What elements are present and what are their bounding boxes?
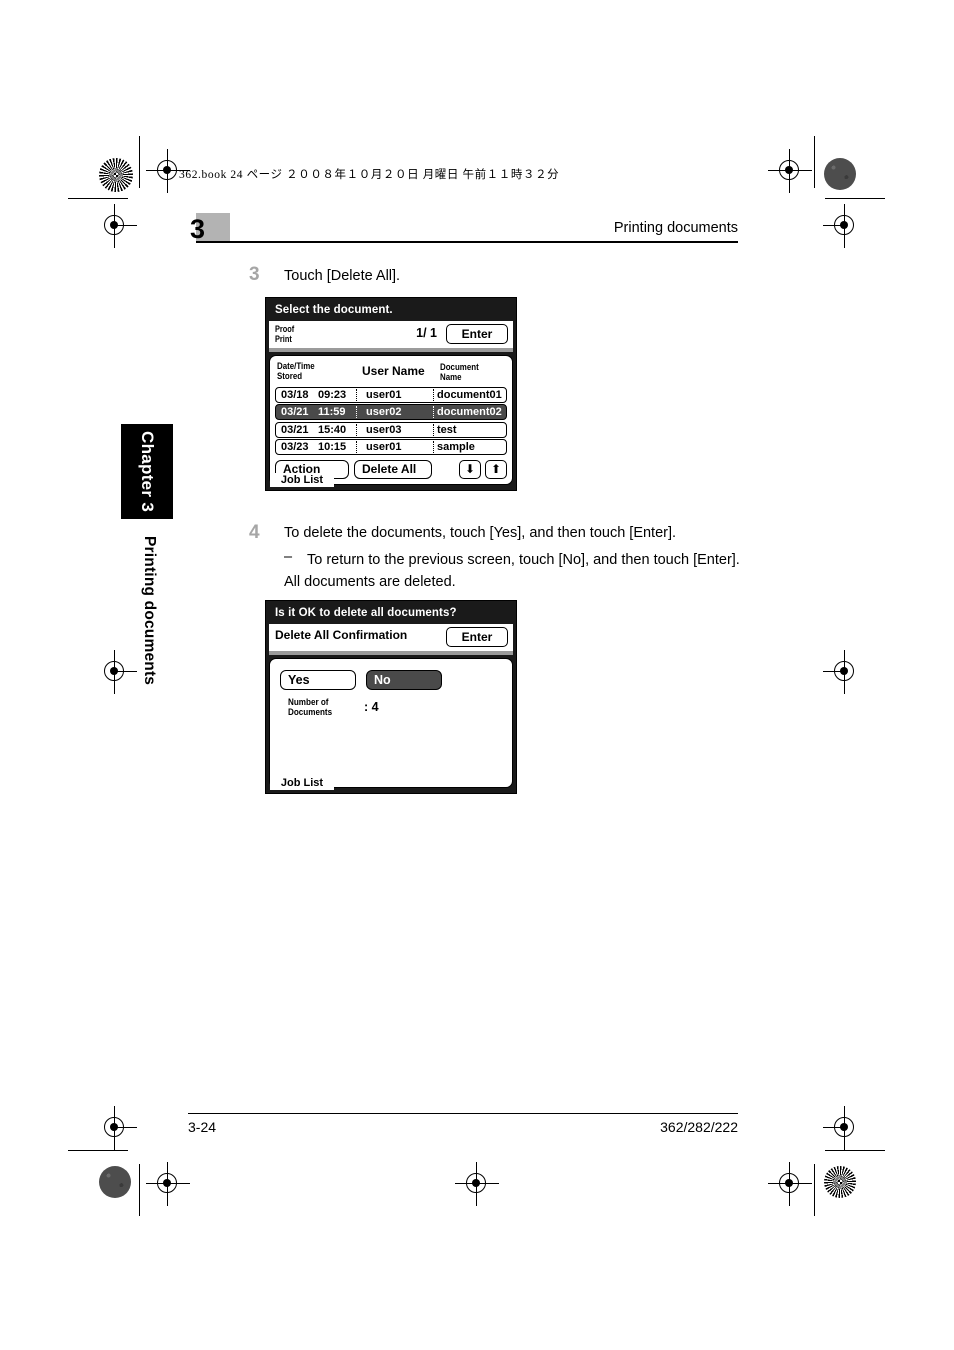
sidebar-chapter-label: Chapter 3 [138,430,157,513]
column-header-date-time: Date/Time Stored [277,361,315,381]
table-row[interactable]: 03/21 11:59 user02 document02 [275,404,507,420]
table-row[interactable]: 03/23 10:15 user01 sample [275,439,507,455]
step-4-text: To delete the documents, touch [Yes], an… [284,525,677,541]
registration-rosette-top-right [824,158,856,190]
cell-time: 15:40 [318,423,347,436]
cell-user: user01 [366,388,402,401]
registration-rosette-top-left [99,158,133,192]
header-divider [196,241,738,243]
registration-mark-right-middle [823,650,867,694]
cell-date: 03/21 [281,423,309,436]
crop-line-top-left-vertical [139,136,141,188]
cell-document: test [437,423,457,436]
registration-mark-bottom-center [455,1162,499,1206]
step-4-dash: – [284,549,293,565]
panel1-enter-button[interactable]: Enter [446,324,508,344]
cell-document: document01 [437,388,502,401]
panel1-title: Select the document. [275,304,393,316]
step-3-text: Touch [Delete All]. [284,268,401,284]
table-row[interactable]: 03/21 15:40 user03 test [275,421,507,438]
sidebar-section-label-wrap: Printing documents [140,536,158,696]
registration-mark-bottom-left [146,1162,190,1206]
cell-time: 09:23 [318,388,347,401]
crop-line-upper-left-horizontal [68,198,128,200]
book-info-line: 362.book 24 ページ ２００８年１０月２０日 月曜日 午前１１時３２分 [179,169,560,181]
sidebar-section-label: Printing documents [141,536,158,686]
table-row[interactable]: 03/18 09:23 user01 document01 [275,386,507,403]
panel1-mode-label: Proof Print [275,324,295,344]
step-4-number: 4 [249,522,260,543]
number-of-documents-label: Number of Documents [288,697,333,717]
cell-date: 03/18 [281,388,309,401]
panel1-page-indicator: 1/ 1 [416,326,437,340]
crop-line-lower-left-horizontal [68,1150,128,1152]
lcd-panel-select-document[interactable]: Select the document. Proof Print 1/ 1 En… [265,297,517,491]
no-button[interactable]: No [366,670,442,690]
cell-time: 10:15 [318,441,347,453]
registration-mark-left-upper [93,204,137,248]
panel2-subbar: Delete All Confirmation Enter [269,624,513,651]
cell-document: document02 [437,406,502,418]
panel2-title: Is it OK to delete all documents? [275,607,457,619]
arrow-up-icon[interactable]: ⬆ [485,459,507,479]
number-of-documents-value: : 4 [364,700,379,714]
panel2-enter-button[interactable]: Enter [446,627,508,647]
crop-line-top-right-vertical [814,136,816,188]
registration-mark-left-middle [93,650,137,694]
chapter-number: 3 [190,214,206,244]
job-list-button[interactable]: Job List [270,776,334,790]
panel2-subtitle: Delete All Confirmation [275,628,408,642]
delete-all-button[interactable]: Delete All [354,459,432,479]
step-4-subtext-2: All documents are deleted. [284,574,456,590]
panel1-subbar: Proof Print 1/ 1 Enter [269,321,513,348]
step-4-subtext: To return to the previous screen, touch … [307,552,740,568]
column-header-user-name: User Name [362,364,425,378]
crop-line-bottom-right-vertical [814,1164,816,1216]
registration-rosette-bottom-right [824,1166,856,1198]
arrow-down-icon[interactable]: ⬇ [459,459,481,479]
yes-no-row: Yes No [270,659,512,690]
crop-line-upper-right-horizontal [825,198,885,200]
cell-date: 03/21 [281,406,309,418]
registration-mark-bottom-right [768,1162,812,1206]
crop-line-lower-right-horizontal [825,1150,885,1152]
cell-user: user02 [366,406,402,418]
registration-mark-left-lower [93,1106,137,1150]
panel2-strip [269,651,513,655]
cell-user: user03 [366,423,402,436]
page-title: Printing documents [613,220,738,236]
panel1-table-header: Date/Time Stored User Name Document Name [270,356,512,385]
registration-rosette-bottom-left [99,1166,131,1198]
footer-page-number: 3-24 [188,1119,217,1135]
number-of-documents-row: Number of Documents : 4 [270,690,512,717]
footer-model-number: 362/282/222 [660,1119,738,1135]
cell-date: 03/23 [281,441,309,453]
column-header-document-name: Document Name [440,362,479,382]
crop-line-bottom-left-vertical [139,1164,141,1216]
lcd-panel-delete-confirmation[interactable]: Is it OK to delete all documents? Delete… [265,600,517,794]
registration-mark-right-lower [823,1106,867,1150]
scroll-arrow-group: ⬇ ⬆ [459,459,507,479]
panel1-body: Date/Time Stored User Name Document Name… [269,355,513,485]
cell-document: sample [437,441,475,453]
sidebar-chapter-tab: Chapter 3 [121,424,173,519]
registration-mark-right-upper [823,204,867,248]
footer-divider [188,1113,738,1115]
cell-time: 11:59 [318,406,346,418]
panel2-body: Yes No Number of Documents : 4 [269,658,513,788]
registration-mark-top-right [768,149,812,193]
panel1-strip [269,348,513,352]
job-list-button[interactable]: Job List [270,473,334,487]
yes-button[interactable]: Yes [280,670,356,690]
cell-user: user01 [366,441,402,453]
step-3-number: 3 [249,264,260,285]
